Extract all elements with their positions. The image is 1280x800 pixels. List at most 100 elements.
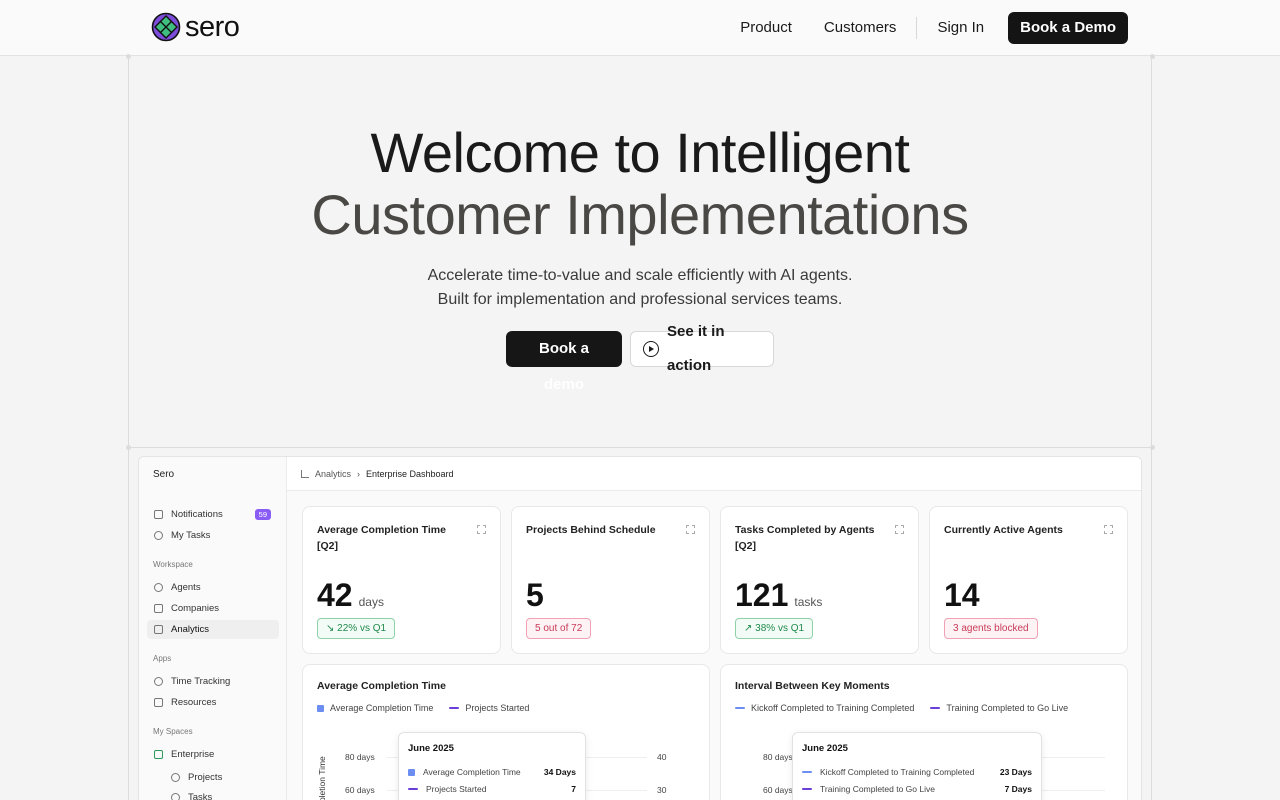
breadcrumb-item-current: Enterprise Dashboard [366,468,454,479]
agents-icon [154,583,163,592]
tooltip-label: Kickoff Completed to Training Completed [820,767,975,777]
expand-icon[interactable] [1104,525,1113,534]
sidebar-item-label: Resources [171,697,217,708]
kpi-number: 5 [526,577,544,613]
tooltip-value: 23 Days [999,767,1032,777]
hero-subtitle-line2: Built for implementation and professiona… [437,291,843,308]
logo[interactable]: sero [151,11,240,43]
tooltip-row: Kickoff Completed to Training Completed … [802,767,1032,777]
top-nav: sero Product Customers Sign In Book a De… [0,0,1280,56]
expand-icon[interactable] [477,525,486,534]
tooltip-label: Training Completed to Go Live [820,784,935,794]
sidebar-item-label: Time Tracking [171,676,231,687]
sidebar-item-agents[interactable]: Agents [147,578,279,597]
sidebar-item-companies[interactable]: Companies [147,599,279,618]
legend-item[interactable]: Kickoff Completed to Training Completed [735,703,914,713]
dashboard-preview: Sero Notifications 59 My Tasks Workspace… [138,456,1142,800]
hero-subtitle: Accelerate time-to-value and scale effic… [0,264,1280,312]
tooltip-row: Average Completion Time 34 Days [408,767,576,777]
hero-divider [128,447,1152,448]
tooltip-swatch [802,788,812,790]
y-tick-label: 60 days [345,785,375,795]
y-tick-label: 60 days [763,785,793,795]
resources-icon [154,698,163,707]
hero-title-line2: Customer Implementations [311,183,969,246]
legend-item[interactable]: Average Completion Time [317,703,433,713]
tasks-icon [171,793,180,800]
sidebar-item-my-tasks[interactable]: My Tasks [147,526,279,545]
y-tick-label: 80 days [345,752,375,762]
breadcrumb-item-analytics[interactable]: Analytics [315,469,351,479]
nav-links: Product Customers Sign In Book a Demo [724,12,1128,44]
expand-icon[interactable] [895,525,904,534]
brand-name: sero [185,11,240,43]
legend-item[interactable]: Projects Started [449,703,529,713]
legend-swatch [449,707,460,709]
notification-count-badge: 59 [254,509,271,520]
sidebar-item-analytics[interactable]: Analytics [147,620,279,639]
tooltip-label: Average Completion Time [423,767,521,777]
legend-label: Training Completed to Go Live [946,703,1069,713]
sidebar-item-resources[interactable]: Resources [147,693,279,712]
frame-corner-dot [126,54,131,59]
tooltip-value: 7 Days [1004,784,1032,794]
dashboard-sidebar: Sero Notifications 59 My Tasks Workspace… [139,457,287,800]
kpi-status-badge: 3 agents blocked [944,618,1038,639]
legend-swatch [930,707,941,709]
tooltip-swatch [408,768,415,776]
expand-icon[interactable] [686,525,695,534]
kpi-card-active-agents: Currently Active Agents 14 3 agents bloc… [929,506,1128,654]
see-it-in-action-button[interactable]: See it in action [630,323,774,374]
legend-label: Projects Started [465,703,530,713]
sidebar-item-time-tracking[interactable]: Time Tracking [147,672,279,691]
y-tick-label: 80 days [763,752,793,762]
sidebar-item-label: Notifications [171,509,223,520]
sidebar-item-label: My Tasks [171,530,211,541]
sign-in-link[interactable]: Sign In [921,12,1000,44]
sidebar-section-my-spaces[interactable]: My Spaces [153,727,193,736]
book-demo-nav-button[interactable]: Book a Demo [1008,12,1128,44]
chart-title: Average Completion Time [317,680,446,692]
kpi-title: Projects Behind Schedule [526,524,656,536]
sidebar-item-enterprise[interactable]: Enterprise [147,745,279,764]
sidebar-item-label: Agents [171,582,201,593]
nav-link-customers[interactable]: Customers [808,12,913,44]
frame-corner-dot [126,445,131,450]
kpi-title: Average Completion Time [Q2] [317,524,446,552]
tooltip-row: Training Completed to Go Live 7 Days [802,784,1032,794]
legend-item[interactable]: Training Completed to Go Live [930,703,1068,713]
dashboard-brand: Sero [153,469,175,480]
kpi-trend-badge: ↗ 38% vs Q1 [735,618,814,639]
chart-title: Interval Between Key Moments [735,680,890,692]
book-demo-button[interactable]: Book a demo [506,331,622,393]
space-icon [154,750,163,759]
kpi-value: 121 tasks [735,577,822,614]
frame-corner-dot [1150,445,1155,450]
kpi-card-behind-schedule: Projects Behind Schedule 5 5 out of 72 [511,506,710,654]
legend-label: Kickoff Completed to Training Completed [751,703,915,713]
legend-swatch [317,704,324,712]
sidebar-section-workspace[interactable]: Workspace [153,560,193,569]
nav-divider [916,17,918,39]
sero-logo-icon [151,12,181,42]
sidebar-item-tasks[interactable]: Tasks [147,788,279,800]
y2-tick-label: 40 [657,752,667,762]
chart-tooltip: June 2025 Average Completion Time 34 Day… [398,732,586,800]
sidebar-item-projects[interactable]: Projects [147,768,279,787]
kpi-title: Currently Active Agents [944,524,1063,536]
kpi-trend-badge: ↘ 22% vs Q1 [317,618,396,639]
kpi-value: 42 days [317,577,384,614]
bell-icon [154,510,163,519]
nav-link-product[interactable]: Product [724,12,808,44]
hero-subtitle-line1: Accelerate time-to-value and scale effic… [427,267,853,284]
sidebar-item-label: Analytics [171,624,210,635]
legend-label: Average Completion Time [330,703,434,713]
sidebar-item-notifications[interactable]: Notifications 59 [147,505,279,524]
tooltip-swatch [802,771,812,773]
check-circle-icon [154,531,163,540]
kpi-status-badge: 5 out of 72 [526,618,592,639]
tooltip-row: Projects Started 7 [408,784,576,794]
chart-tooltip: June 2025 Kickoff Completed to Training … [792,732,1042,800]
sidebar-section-apps[interactable]: Apps [153,654,171,663]
bar-chart-icon [154,625,163,634]
